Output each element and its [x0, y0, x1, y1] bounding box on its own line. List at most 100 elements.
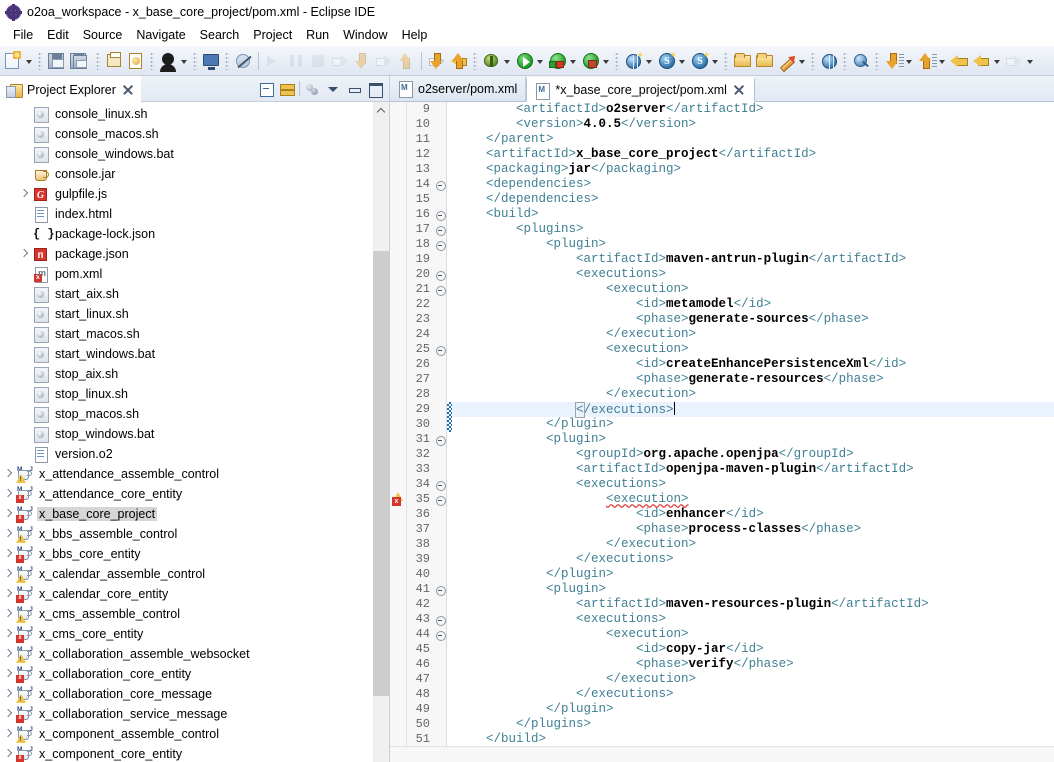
run-as-icon[interactable] — [546, 50, 568, 72]
project-tree[interactable]: console_linux.sh console_macos.sh console_… — [0, 102, 373, 762]
launch-icon[interactable] — [775, 50, 797, 72]
code-line[interactable]: <phase>process-classes</phase> — [452, 522, 1054, 537]
code-line[interactable]: <id>createEnhancePersistenceXml</id> — [452, 357, 1054, 372]
collapse-all-icon[interactable] — [257, 80, 275, 98]
fold-collapse-icon[interactable] — [433, 237, 446, 252]
code-line[interactable]: </plugin> — [452, 417, 1054, 432]
code-line[interactable]: <dependencies> — [452, 177, 1054, 192]
tree-item[interactable]: M J x_bbs_assemble_control — [0, 524, 373, 544]
save-icon[interactable] — [45, 50, 67, 72]
expand-arrow-icon[interactable] — [0, 624, 16, 644]
tree-item[interactable]: M Jx x_collaboration_service_message — [0, 704, 373, 724]
marker-gutter[interactable]: x — [390, 102, 407, 746]
debug-dropdown-icon[interactable] — [502, 50, 513, 72]
tree-item[interactable]: x pom.xml — [0, 264, 373, 284]
print-icon[interactable] — [103, 50, 125, 72]
next-icon[interactable] — [1003, 50, 1025, 72]
minimize-icon[interactable] — [345, 80, 363, 98]
tree-item[interactable]: version.o2 — [0, 444, 373, 464]
code-line[interactable]: <executions> — [452, 477, 1054, 492]
source-text[interactable]: <artifactId>o2server</artifactId> <versi… — [452, 102, 1054, 746]
expand-arrow-icon[interactable] — [0, 544, 16, 564]
expand-arrow-icon[interactable] — [0, 704, 16, 724]
open-type-dropdown-icon[interactable] — [710, 50, 721, 72]
tree-item[interactable]: package-lock.json — [0, 224, 373, 244]
new-icon[interactable] — [2, 50, 24, 72]
fold-collapse-icon[interactable] — [433, 627, 446, 642]
tree-item[interactable]: start_linux.sh — [0, 304, 373, 324]
editor-tab-o2server-pom[interactable]: o2server/pom.xml — [390, 76, 527, 101]
view-filters-icon[interactable] — [303, 80, 321, 98]
next-dropdown-icon[interactable] — [1025, 50, 1036, 72]
code-line[interactable]: <executions> — [452, 267, 1054, 282]
code-line[interactable]: </execution> — [452, 387, 1054, 402]
tree-item[interactable]: console.jar — [0, 164, 373, 184]
code-line[interactable]: </dependencies> — [452, 192, 1054, 207]
tree-item[interactable]: M J x_collaboration_assemble_websocket — [0, 644, 373, 664]
fold-collapse-icon[interactable] — [433, 492, 446, 507]
run-icon[interactable] — [513, 50, 535, 72]
open-resource-icon[interactable] — [753, 50, 775, 72]
tree-item[interactable]: M J x_cms_assemble_control — [0, 604, 373, 624]
code-line[interactable]: </execution> — [452, 672, 1054, 687]
code-line[interactable]: </executions> — [452, 402, 1054, 418]
scroll-up-arrow[interactable] — [373, 102, 389, 119]
step-return-icon[interactable] — [395, 50, 417, 72]
new-dropdown-icon[interactable] — [24, 50, 35, 72]
save-all-icon[interactable] — [67, 50, 93, 72]
download-icon[interactable] — [882, 50, 904, 72]
new-wizard-dropdown-icon[interactable] — [644, 50, 655, 72]
code-line[interactable]: <id>metamodel</id> — [452, 297, 1054, 312]
suspend-icon[interactable] — [285, 50, 307, 72]
expand-arrow-icon[interactable] — [0, 564, 16, 584]
code-line[interactable]: <execution> — [452, 492, 1054, 507]
fold-collapse-icon[interactable] — [433, 282, 446, 297]
menu-window[interactable]: Window — [336, 26, 394, 44]
download-dropdown-icon[interactable] — [904, 50, 915, 72]
tree-item[interactable]: console_windows.bat — [0, 144, 373, 164]
code-line[interactable]: <artifactId>x_base_core_project</artifac… — [452, 147, 1054, 162]
tree-item[interactable]: M J x_component_assemble_control — [0, 724, 373, 744]
tree-item[interactable]: M Jx x_attendance_core_entity — [0, 484, 373, 504]
skip-breakpoints-icon[interactable] — [232, 50, 254, 72]
code-line[interactable]: <execution> — [452, 627, 1054, 642]
debug-icon[interactable] — [480, 50, 502, 72]
scroll-thumb[interactable] — [373, 251, 389, 696]
search-globe-icon[interactable] — [850, 50, 872, 72]
code-line[interactable]: <plugin> — [452, 432, 1054, 447]
back-icon[interactable] — [948, 50, 970, 72]
new-wizard-icon[interactable]: ✦ — [622, 50, 644, 72]
code-line[interactable]: </parent> — [452, 132, 1054, 147]
tree-item[interactable]: stop_linux.sh — [0, 384, 373, 404]
code-line[interactable]: <id>enhancer</id> — [452, 507, 1054, 522]
expand-arrow-icon[interactable] — [0, 484, 16, 504]
resume-icon[interactable] — [263, 50, 285, 72]
code-line[interactable]: <execution> — [452, 342, 1054, 357]
globe-icon[interactable] — [818, 50, 840, 72]
fold-collapse-icon[interactable] — [433, 612, 446, 627]
tree-item[interactable]: M Jx x_calendar_core_entity — [0, 584, 373, 604]
tree-item[interactable]: start_aix.sh — [0, 284, 373, 304]
menu-source[interactable]: Source — [76, 26, 130, 44]
tree-item[interactable]: M Jx x_cms_core_entity — [0, 624, 373, 644]
tree-item[interactable]: M J x_collaboration_core_message — [0, 684, 373, 704]
tree-item[interactable]: stop_windows.bat — [0, 424, 373, 444]
upload-icon[interactable] — [915, 50, 937, 72]
code-line[interactable]: <id>copy-jar</id> — [452, 642, 1054, 657]
user-dropdown-icon[interactable] — [179, 50, 190, 72]
code-line[interactable]: <plugins> — [452, 222, 1054, 237]
fold-collapse-icon[interactable] — [433, 177, 446, 192]
step-icon[interactable] — [329, 50, 351, 72]
tree-item[interactable]: M Jx x_component_core_entity — [0, 744, 373, 762]
menu-search[interactable]: Search — [193, 26, 247, 44]
search-s-icon[interactable]: S ✦ — [655, 50, 677, 72]
tree-item[interactable]: stop_aix.sh — [0, 364, 373, 384]
error-marker-icon[interactable]: x — [392, 492, 405, 506]
code-line[interactable]: <execution> — [452, 282, 1054, 297]
menu-file[interactable]: File — [6, 26, 40, 44]
step-into-icon[interactable] — [351, 50, 373, 72]
expand-arrow-icon[interactable] — [0, 464, 16, 484]
expand-arrow-icon[interactable] — [16, 184, 32, 204]
tree-item[interactable]: M J x_attendance_assemble_control — [0, 464, 373, 484]
menu-edit[interactable]: Edit — [40, 26, 76, 44]
